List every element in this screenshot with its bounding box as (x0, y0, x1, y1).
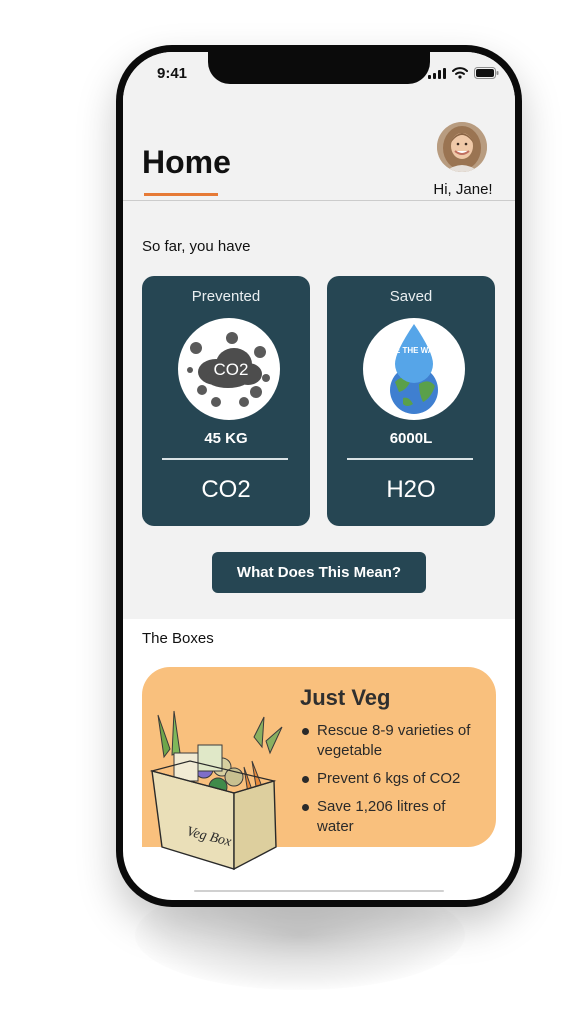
water-drop-earth-icon: SAVE THE WATER (379, 324, 449, 414)
header-divider (123, 200, 515, 201)
bullet-text: Prevent 6 kgs of CO2 (317, 770, 461, 787)
what-does-this-mean-button[interactable]: What Does This Mean? (212, 552, 426, 593)
co2-badge-text: CO2 (214, 360, 249, 379)
bullet-icon (302, 804, 309, 811)
avatar-photo-icon (437, 122, 487, 172)
veg-box-illustration: Veg Box (149, 710, 283, 871)
user-avatar[interactable] (437, 122, 487, 172)
wifi-icon (452, 67, 468, 79)
list-item: Prevent 6 kgs of CO2 (302, 769, 482, 789)
phone-frame: 9:41 Home Hi, Jane! So far, you have Pre… (116, 45, 522, 907)
bullet-text: Save 1,206 litres of water (317, 798, 446, 835)
device-notch (208, 52, 430, 84)
battery-icon (474, 67, 499, 79)
intro-text: So far, you have (142, 238, 251, 255)
home-indicator (194, 890, 444, 892)
co2-cloud-icon: CO2 (187, 332, 270, 407)
co2-value: 45 KG (204, 430, 248, 447)
co2-stat-card[interactable]: Prevented CO2 45 KG CO2 (142, 276, 310, 526)
bullet-icon (302, 728, 309, 735)
title-underline (144, 193, 218, 196)
boxes-heading: The Boxes (142, 630, 214, 647)
co2-unit: CO2 (201, 476, 251, 503)
card-divider (162, 458, 288, 460)
save-water-text: SAVE THE WATER (379, 346, 449, 355)
status-icons (428, 67, 499, 79)
h2o-unit: H2O (386, 476, 436, 503)
h2o-value: 6000L (389, 430, 433, 447)
list-item: Rescue 8-9 varieties of vegetable (302, 721, 482, 761)
page-title: Home (142, 144, 231, 180)
card-label: Prevented (191, 288, 261, 305)
h2o-stat-card[interactable]: Saved SAVE THE WATER 6000L H2O (327, 276, 495, 526)
card-label: Saved (389, 288, 433, 305)
card-divider (347, 458, 473, 460)
box-benefits-list: Rescue 8-9 varieties of vegetable Preven… (302, 721, 482, 845)
bullet-text: Rescue 8-9 varieties of vegetable (317, 722, 471, 759)
signal-icon (428, 67, 446, 79)
greeting-text: Hi, Jane! (433, 181, 493, 198)
box-title: Just Veg (300, 685, 391, 710)
co2-illustration: CO2 (178, 318, 280, 420)
app-screen: 9:41 Home Hi, Jane! So far, you have Pre… (123, 52, 515, 900)
list-item: Save 1,206 litres of water (302, 797, 482, 837)
status-time: 9:41 (157, 65, 188, 82)
water-illustration: SAVE THE WATER (363, 318, 465, 420)
bullet-icon (302, 776, 309, 783)
